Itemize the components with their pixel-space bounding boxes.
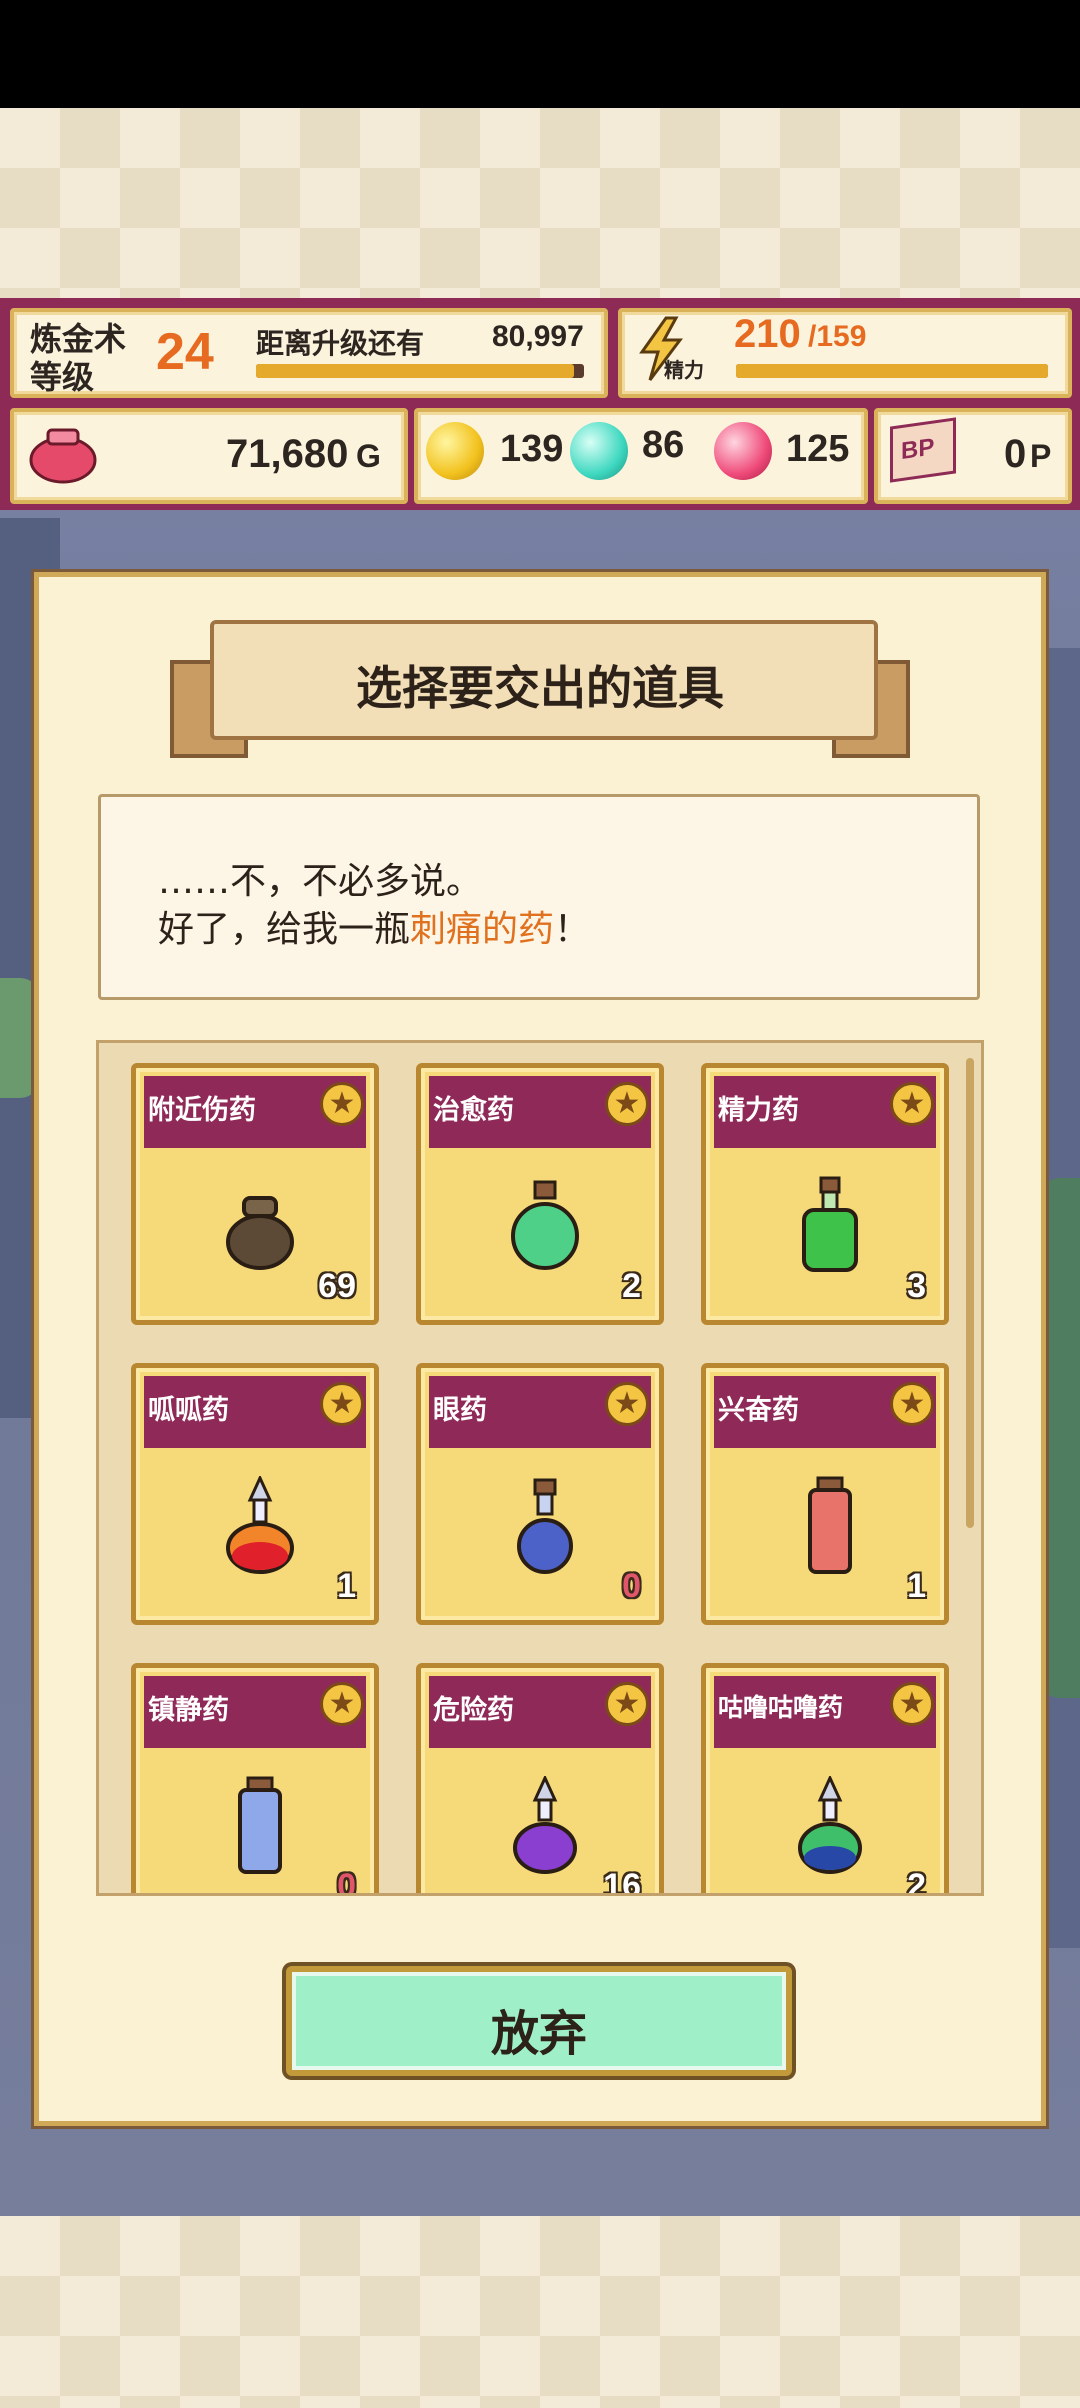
item-card[interactable]: 眼药 ★ 0 (416, 1363, 664, 1625)
item-name: 附近伤药 (148, 1095, 256, 1126)
item-name: 危险药 (433, 1695, 514, 1726)
item-count: 1 (907, 1567, 926, 1605)
favorite-star-icon[interactable]: ★ (320, 1682, 364, 1726)
item-card[interactable]: 兴奋药 ★ 1 (701, 1363, 949, 1625)
favorite-star-icon[interactable]: ★ (605, 1082, 649, 1126)
blue-flask-icon (517, 1478, 573, 1574)
favorite-star-icon[interactable]: ★ (320, 1382, 364, 1426)
item-card[interactable]: 呱呱药 ★ 1 (131, 1363, 379, 1625)
brown-pouch-icon (226, 1196, 294, 1270)
favorite-star-icon[interactable]: ★ (890, 1682, 934, 1726)
item-card[interactable]: 精力药 ★ 3 (701, 1063, 949, 1325)
item-name: 咕噜咕噜药 (718, 1693, 844, 1722)
item-card[interactable]: 危险药 ★ 16 (416, 1663, 664, 1896)
teal-gem-icon (570, 422, 628, 480)
give-up-button-label: 放弃 (490, 2006, 587, 2062)
yellow-gem-count: 139 (500, 428, 564, 470)
item-name: 眼药 (433, 1395, 487, 1426)
item-count: 3 (907, 1267, 926, 1305)
item-grid-scrollbar[interactable] (966, 1058, 974, 1528)
pink-gem-icon (714, 422, 772, 480)
xp-bar (256, 364, 584, 378)
dialog-line-2-suffix: ！ (554, 909, 591, 950)
next-level-label: 距离升级还有 (256, 327, 425, 360)
bp-flag-icon: BP (890, 417, 956, 483)
item-count: 69 (318, 1267, 356, 1305)
item-count: 2 (907, 1867, 926, 1896)
item-count: 16 (603, 1867, 641, 1896)
dialog-line-2-prefix: 好了，给我一瓶 (158, 909, 411, 950)
background-pattern-top (0, 108, 1080, 298)
level-label-2: 等级 (30, 358, 95, 396)
green-round-flask-icon (511, 1180, 579, 1270)
item-card[interactable]: 附近伤药 ★ 69 (131, 1063, 379, 1325)
item-count: 2 (622, 1267, 641, 1305)
gold-unit: G (356, 438, 381, 474)
item-name: 兴奋药 (718, 1395, 799, 1426)
item-count: 0 (622, 1567, 641, 1605)
item-name: 呱呱药 (148, 1395, 229, 1426)
panel-title: 选择要交出的道具 (356, 661, 724, 715)
energy-bar (736, 364, 1048, 378)
light-blue-vial-icon (238, 1776, 282, 1874)
item-grid[interactable]: 附近伤药 ★ 69 治愈药 ★ 2 精力药 ★ 3 呱呱药 ★ 1 眼药 ★ 0… (96, 1040, 984, 1896)
item-count: 1 (337, 1567, 356, 1605)
item-count: 0 (337, 1867, 356, 1896)
favorite-star-icon[interactable]: ★ (890, 1082, 934, 1126)
next-level-value: 80,997 (492, 320, 584, 353)
item-name: 精力药 (718, 1095, 799, 1126)
status-hud: 炼金术 等级 24 距离升级还有 80,997 精力 210 /159 71,6… (0, 298, 1080, 510)
yellow-gem-icon (426, 422, 484, 480)
favorite-star-icon[interactable]: ★ (605, 1382, 649, 1426)
item-card[interactable]: 治愈药 ★ 2 (416, 1063, 664, 1325)
energy-label: 精力 (664, 358, 704, 382)
dialog-line-2: 好了，给我一瓶刺痛的药！ (158, 900, 590, 952)
favorite-star-icon[interactable]: ★ (605, 1682, 649, 1726)
item-name: 治愈药 (433, 1095, 514, 1126)
favorite-star-icon[interactable]: ★ (320, 1082, 364, 1126)
item-card[interactable]: 咕噜咕噜药 ★ 2 (701, 1663, 949, 1896)
background-pattern-bottom (0, 2216, 1080, 2408)
tree-right (1040, 1178, 1080, 1698)
item-card[interactable]: 镇静药 ★ 0 (131, 1663, 379, 1896)
status-bar (0, 0, 1080, 108)
requested-item-name: 刺痛的药 (410, 909, 555, 950)
red-orange-flask-icon (226, 1476, 294, 1574)
purse-icon (29, 428, 97, 484)
bp-unit: P (1030, 438, 1052, 474)
energy-max: /159 (808, 320, 867, 353)
item-name: 镇静药 (148, 1695, 229, 1726)
dialog-line-1: ……不，不必多说。 (158, 861, 483, 902)
favorite-star-icon[interactable]: ★ (890, 1382, 934, 1426)
bp-value: 0 (1004, 432, 1027, 476)
green-bottle-icon (802, 1176, 858, 1272)
teal-gem-count: 86 (642, 424, 685, 466)
green-blue-flask-icon (798, 1776, 862, 1874)
gold-value: 71,680 (226, 432, 349, 476)
level-value: 24 (156, 323, 214, 381)
pink-gem-count: 125 (786, 428, 850, 470)
bp-flag-text: BP (901, 433, 935, 466)
energy-current: 210 (734, 312, 801, 356)
purple-flask-icon (513, 1776, 577, 1874)
red-vial-icon (808, 1476, 852, 1574)
